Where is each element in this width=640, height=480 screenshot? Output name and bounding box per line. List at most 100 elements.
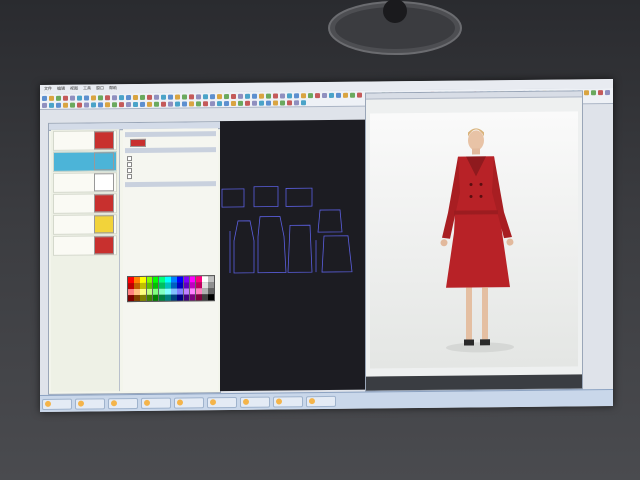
- toolbar-button[interactable]: [308, 93, 313, 99]
- toolbar-button[interactable]: [84, 95, 89, 101]
- toolbar-button[interactable]: [161, 94, 166, 100]
- palette-color-cell[interactable]: [189, 282, 196, 289]
- palette-color-cell[interactable]: [165, 295, 171, 301]
- palette-color-cell[interactable]: [134, 283, 140, 289]
- taskbar-app-button[interactable]: [306, 395, 336, 407]
- toolbar-button[interactable]: [112, 102, 117, 108]
- menu-view[interactable]: 视图: [70, 86, 78, 92]
- toolbar-button[interactable]: [70, 102, 75, 108]
- toolbar-button[interactable]: [273, 93, 278, 99]
- toolbar-button[interactable]: [147, 101, 152, 107]
- property-row[interactable]: [127, 167, 214, 174]
- toolbar-button[interactable]: [210, 101, 215, 107]
- palette-color-cell[interactable]: [208, 282, 214, 288]
- toolbar-button[interactable]: [301, 93, 306, 99]
- toolbar-button[interactable]: [42, 95, 47, 101]
- toolbar-button[interactable]: [315, 93, 320, 99]
- toolbar-button[interactable]: [105, 95, 110, 101]
- taskbar-app-button[interactable]: [75, 397, 105, 410]
- toolbar-button[interactable]: [175, 94, 180, 100]
- pattern-canvas[interactable]: [220, 119, 366, 392]
- fabric-color-swatch[interactable]: [94, 215, 114, 234]
- taskbar-app-button[interactable]: [108, 397, 138, 409]
- fabric-list-item[interactable]: [53, 235, 117, 256]
- toolbar-button[interactable]: [301, 100, 306, 106]
- palette-color-cell[interactable]: [195, 276, 202, 282]
- palette-color-cell[interactable]: [134, 289, 140, 295]
- toolbar-button[interactable]: [126, 95, 131, 101]
- palette-color-cell[interactable]: [146, 282, 153, 289]
- toolbar-button[interactable]: [63, 102, 68, 108]
- toolbar-button[interactable]: [63, 95, 68, 101]
- toolbar-button[interactable]: [203, 101, 208, 107]
- property-row[interactable]: [127, 161, 214, 168]
- palette-color-cell[interactable]: [152, 289, 159, 295]
- taskbar-app-button[interactable]: [174, 396, 204, 409]
- toolbar-button[interactable]: [133, 94, 138, 101]
- palette-color-cell[interactable]: [152, 276, 159, 283]
- toolbar-button[interactable]: [196, 101, 201, 107]
- palette-color-cell[interactable]: [183, 294, 190, 301]
- palette-color-cell[interactable]: [158, 288, 165, 295]
- toolbar-button[interactable]: [42, 102, 47, 108]
- toolbar-button[interactable]: [154, 101, 159, 107]
- palette-color-cell[interactable]: [140, 283, 147, 289]
- toolbar-button[interactable]: [147, 94, 152, 100]
- palette-color-cell[interactable]: [158, 276, 165, 283]
- toolbar-button[interactable]: [98, 102, 103, 108]
- toolbar-button[interactable]: [294, 100, 299, 106]
- toolbar-button[interactable]: [280, 100, 285, 106]
- color-swatch[interactable]: [130, 138, 146, 147]
- taskbar-app-button[interactable]: [240, 396, 270, 408]
- toolbar-button[interactable]: [140, 94, 145, 100]
- toolbar-button[interactable]: [203, 94, 208, 100]
- checkbox[interactable]: [127, 174, 132, 180]
- palette-color-cell[interactable]: [177, 288, 184, 295]
- palette-color-cell[interactable]: [171, 288, 177, 295]
- toolbar-button[interactable]: [140, 101, 145, 107]
- palette-color-cell[interactable]: [158, 282, 165, 289]
- toolbar-button[interactable]: [119, 102, 124, 108]
- palette-color-cell[interactable]: [128, 277, 134, 283]
- toolbar-button[interactable]: [126, 102, 131, 108]
- toolbar-button[interactable]: [245, 93, 250, 99]
- toolbar-button[interactable]: [591, 90, 596, 96]
- palette-color-cell[interactable]: [195, 282, 202, 289]
- toolbar-button[interactable]: [294, 93, 299, 99]
- palette-color-cell[interactable]: [195, 294, 202, 301]
- toolbar-button[interactable]: [266, 100, 271, 106]
- toolbar-button[interactable]: [231, 100, 236, 107]
- toolbar-button[interactable]: [168, 94, 173, 100]
- toolbar-button[interactable]: [343, 92, 348, 98]
- palette-color-cell[interactable]: [208, 288, 214, 295]
- palette-color-cell[interactable]: [189, 276, 196, 283]
- menu-file[interactable]: 文件: [44, 86, 52, 92]
- 3d-viewport[interactable]: [370, 111, 578, 369]
- toolbar-button[interactable]: [91, 102, 96, 108]
- fabric-color-swatch[interactable]: [94, 236, 114, 255]
- palette-color-cell[interactable]: [171, 294, 177, 301]
- toolbar-button[interactable]: [56, 95, 61, 101]
- palette-color-cell[interactable]: [146, 289, 153, 295]
- checkbox[interactable]: [127, 162, 132, 168]
- palette-color-cell[interactable]: [177, 294, 184, 301]
- toolbar-button[interactable]: [98, 95, 103, 101]
- palette-color-cell[interactable]: [177, 282, 184, 289]
- menu-tools[interactable]: 工具: [83, 85, 91, 91]
- toolbar-button[interactable]: [350, 92, 355, 98]
- toolbar-button[interactable]: [112, 95, 117, 101]
- toolbar-button[interactable]: [168, 101, 173, 107]
- palette-color-cell[interactable]: [140, 289, 147, 295]
- palette-color-cell[interactable]: [146, 295, 153, 301]
- toolbar-button[interactable]: [273, 100, 278, 106]
- toolbar-button[interactable]: [598, 90, 603, 96]
- palette-color-cell[interactable]: [165, 282, 171, 289]
- fabric-color-swatch[interactable]: [94, 194, 114, 213]
- toolbar-button[interactable]: [217, 101, 222, 107]
- toolbar-button[interactable]: [224, 94, 229, 100]
- toolbar-button[interactable]: [287, 93, 292, 99]
- palette-color-cell[interactable]: [208, 276, 214, 282]
- palette-color-cell[interactable]: [171, 282, 177, 289]
- fabric-list-item[interactable]: [53, 151, 117, 172]
- menu-help[interactable]: 帮助: [109, 85, 117, 91]
